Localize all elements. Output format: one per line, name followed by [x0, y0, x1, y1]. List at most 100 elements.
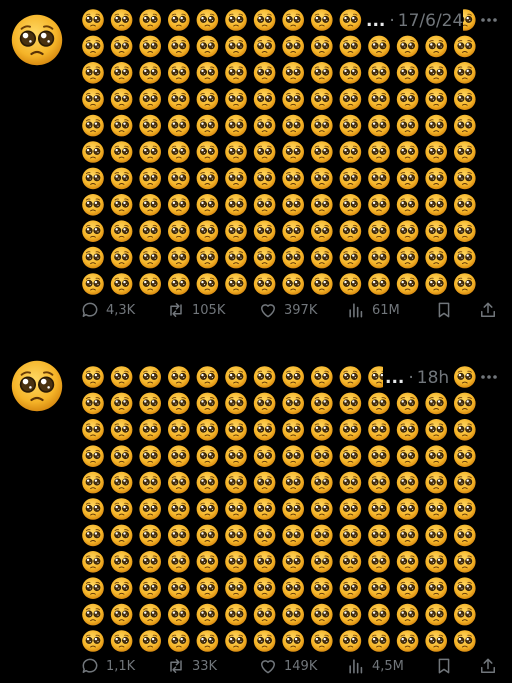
timestamp[interactable]: 18h: [417, 368, 449, 388]
pleading-face-icon: [224, 365, 248, 389]
pleading-face-icon: [253, 61, 276, 85]
pleading-face-icon: [281, 471, 305, 494]
pleading-face-icon: [396, 272, 419, 296]
pleading-face-icon: [310, 140, 334, 164]
pleading-face-icon: [396, 114, 419, 137]
pleading-face-icon: [167, 392, 191, 415]
pleading-face-icon: [81, 272, 105, 296]
pleading-face-icon: [253, 392, 276, 415]
pleading-face-icon: [224, 35, 248, 58]
reply-button[interactable]: 4,3K: [80, 298, 135, 322]
reply-icon: [82, 658, 98, 673]
pleading-face-icon: [224, 87, 248, 111]
avatar[interactable]: [9, 358, 65, 414]
pleading-face-icon: [138, 550, 162, 574]
pleading-face-icon: [110, 272, 133, 296]
pleading-face-icon: [310, 497, 334, 521]
pleading-face-icon: [453, 167, 477, 190]
pleading-face-icon: [424, 87, 448, 111]
pleading-face-icon: [424, 418, 448, 442]
pleading-face-icon: [167, 576, 191, 600]
action-bar: 4,3K 105K 397K 61M: [80, 298, 500, 322]
pleading-face-icon: [253, 167, 276, 190]
pleading-face-icon: [339, 576, 362, 600]
pleading-face-icon: [367, 272, 391, 296]
pleading-face-icon: [224, 219, 248, 243]
like-button[interactable]: 149K: [258, 654, 317, 678]
pleading-face-icon: [167, 35, 191, 58]
pleading-face-icon: [367, 603, 391, 626]
pleading-face-icon: [196, 140, 219, 164]
pleading-face-icon: [453, 550, 477, 574]
pleading-face-icon: [224, 193, 248, 217]
pleading-face-icon: [138, 8, 162, 32]
pleading-face-icon: [167, 272, 191, 296]
pleading-face-icon: [453, 61, 477, 85]
pleading-face-icon: [110, 365, 133, 389]
pleading-face-icon: [339, 272, 362, 296]
more-icon: [481, 375, 497, 379]
like-button[interactable]: 397K: [258, 298, 317, 322]
pleading-face-icon: [367, 61, 391, 85]
pleading-face-icon: [453, 35, 477, 58]
pleading-face-icon: [396, 87, 419, 111]
pleading-face-icon: [110, 629, 133, 653]
pleading-face-icon: [196, 35, 219, 58]
more-options-button[interactable]: [478, 12, 500, 28]
pleading-face-icon: [167, 524, 191, 547]
pleading-face-icon: [367, 167, 391, 190]
pleading-face-icon: [453, 392, 477, 415]
pleading-face-icon: [310, 576, 334, 600]
pleading-face-icon: [138, 87, 162, 111]
bookmark-button[interactable]: [434, 298, 454, 322]
views-button[interactable]: 4,5M: [346, 654, 404, 678]
pleading-face-icon: [196, 272, 219, 296]
repost-button[interactable]: 105K: [166, 298, 225, 322]
pleading-face-icon: [424, 246, 448, 269]
emoji-grid-canvas: [81, 365, 477, 653]
pleading-face-icon: [196, 167, 219, 190]
pleading-face-icon: [396, 418, 419, 442]
pleading-face-icon: [281, 550, 305, 574]
pleading-face-icon: [367, 140, 391, 164]
share-button[interactable]: [478, 298, 498, 322]
pleading-face-icon: [281, 87, 305, 111]
pleading-face-icon: [167, 167, 191, 190]
reply-button[interactable]: 1,1K: [80, 654, 135, 678]
pleading-face-icon: [367, 497, 391, 521]
pleading-face-icon: [281, 193, 305, 217]
pleading-face-icon: [339, 35, 362, 58]
post[interactable]: ... · 17/6/24 4,3K 105K 397K 61M: [0, 0, 512, 338]
pleading-face-icon: [339, 603, 362, 626]
pleading-face-icon: [424, 61, 448, 85]
timestamp[interactable]: 17/6/24: [398, 11, 464, 31]
pleading-face-icon: [281, 444, 305, 468]
emoji-grid-canvas: [81, 8, 477, 296]
avatar[interactable]: [9, 12, 65, 68]
like-icon: [261, 660, 275, 674]
pleading-face-icon: [253, 603, 276, 626]
pleading-face-icon: [81, 418, 105, 442]
pleading-face-icon: [81, 524, 105, 547]
pleading-face-icon: [167, 497, 191, 521]
pleading-face-icon: [424, 167, 448, 190]
share-button[interactable]: [478, 654, 498, 678]
pleading-face-icon: [253, 140, 276, 164]
pleading-face-icon: [339, 246, 362, 269]
bookmark-button[interactable]: [434, 654, 454, 678]
pleading-face-icon: [224, 140, 248, 164]
pleading-face-icon: [81, 167, 105, 190]
views-button[interactable]: 61M: [346, 298, 400, 322]
pleading-face-icon: [224, 471, 248, 494]
pleading-face-icon: [81, 576, 105, 600]
repost-button[interactable]: 33K: [166, 654, 217, 678]
pleading-face-icon: [424, 219, 448, 243]
post-meta: ... · 17/6/24: [364, 9, 464, 33]
pleading-face-icon: [81, 193, 105, 217]
pleading-face-icon: [339, 61, 362, 85]
pleading-face-icon: [310, 444, 334, 468]
pleading-face-icon: [110, 167, 133, 190]
more-options-button[interactable]: [478, 369, 500, 385]
pleading-face-icon: [224, 576, 248, 600]
pleading-face-icon: [81, 497, 105, 521]
